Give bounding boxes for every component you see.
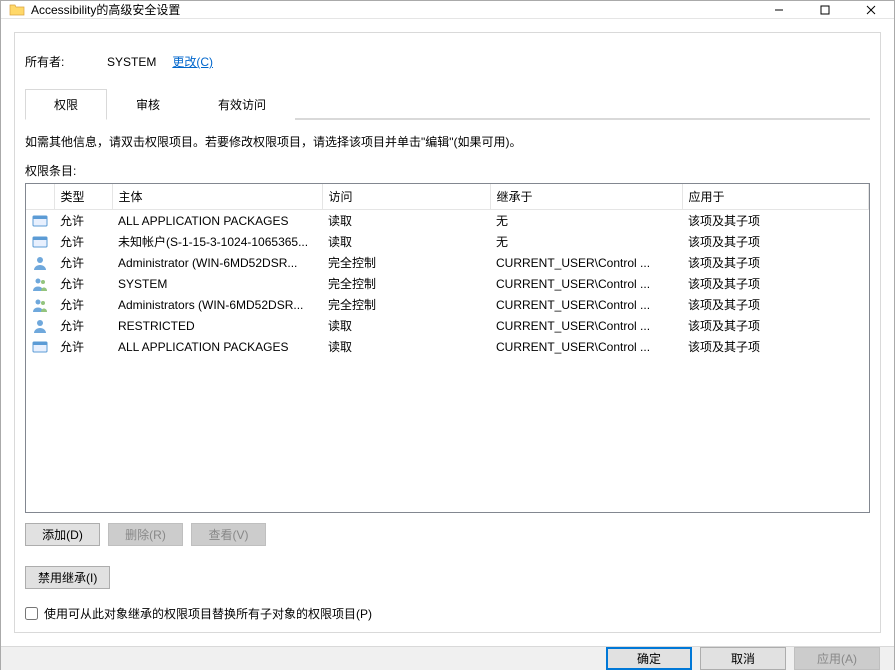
row-type: 允许 <box>54 231 112 252</box>
row-type: 允许 <box>54 273 112 294</box>
col-inherited-header[interactable]: 继承于 <box>490 184 682 210</box>
row-applies: 该项及其子项 <box>682 336 869 357</box>
row-icon <box>26 273 54 294</box>
col-access-header[interactable]: 访问 <box>322 184 490 210</box>
row-type: 允许 <box>54 252 112 273</box>
tab-strip: 权限 审核 有效访问 <box>25 88 870 119</box>
minimize-button[interactable] <box>756 1 802 18</box>
table-row[interactable]: 允许ALL APPLICATION PACKAGES读取无该项及其子项 <box>26 210 869 232</box>
apply-button[interactable]: 应用(A) <box>794 647 880 670</box>
row-principal: SYSTEM <box>112 273 322 294</box>
row-principal: Administrator (WIN-6MD52DSR... <box>112 252 322 273</box>
row-principal: ALL APPLICATION PACKAGES <box>112 336 322 357</box>
table-row[interactable]: 允许RESTRICTED读取CURRENT_USER\Control ...该项… <box>26 315 869 336</box>
change-owner-link[interactable]: 更改(C) <box>172 53 213 70</box>
cancel-button[interactable]: 取消 <box>700 647 786 670</box>
row-access: 读取 <box>322 210 490 232</box>
row-access: 读取 <box>322 231 490 252</box>
close-button[interactable] <box>848 1 894 18</box>
tab-permissions[interactable]: 权限 <box>25 89 107 120</box>
owner-value: SYSTEM <box>107 55 156 69</box>
row-type: 允许 <box>54 294 112 315</box>
table-header-row: 类型 主体 访问 继承于 应用于 <box>26 184 869 210</box>
row-inherited: CURRENT_USER\Control ... <box>490 273 682 294</box>
remove-button[interactable]: 删除(R) <box>108 523 183 546</box>
ok-button[interactable]: 确定 <box>606 647 692 670</box>
row-inherited: 无 <box>490 210 682 232</box>
dialog-footer: 确定 取消 应用(A) <box>1 646 894 670</box>
row-applies: 该项及其子项 <box>682 315 869 336</box>
titlebar: Accessibility的高级安全设置 <box>1 1 894 19</box>
owner-row: 所有者: SYSTEM 更改(C) <box>25 53 870 70</box>
row-type: 允许 <box>54 315 112 336</box>
window-controls <box>756 1 894 18</box>
maximize-button[interactable] <box>802 1 848 18</box>
row-icon <box>26 294 54 315</box>
permissions-table-container: 类型 主体 访问 继承于 应用于 允许ALL APPLICATION PACKA… <box>25 183 870 513</box>
row-access: 完全控制 <box>322 294 490 315</box>
row-access: 完全控制 <box>322 273 490 294</box>
row-applies: 该项及其子项 <box>682 231 869 252</box>
replace-child-label[interactable]: 使用可从此对象继承的权限项目替换所有子对象的权限项目(P) <box>44 605 372 622</box>
add-button[interactable]: 添加(D) <box>25 523 100 546</box>
row-principal: 未知帐户(S-1-15-3-1024-1065365... <box>112 231 322 252</box>
row-icon <box>26 231 54 252</box>
permissions-table: 类型 主体 访问 继承于 应用于 允许ALL APPLICATION PACKA… <box>26 184 869 357</box>
row-type: 允许 <box>54 336 112 357</box>
inner-frame: 所有者: SYSTEM 更改(C) 权限 审核 有效访问 如需其他信息，请双击权… <box>14 32 881 633</box>
row-principal: RESTRICTED <box>112 315 322 336</box>
row-inherited: CURRENT_USER\Control ... <box>490 315 682 336</box>
tab-body: 如需其他信息，请双击权限项目。若要修改权限项目，请选择该项目并单击"编辑"(如果… <box>25 118 870 632</box>
table-row[interactable]: 允许Administrator (WIN-6MD52DSR...完全控制CURR… <box>26 252 869 273</box>
row-inherited: CURRENT_USER\Control ... <box>490 336 682 357</box>
view-button[interactable]: 查看(V) <box>191 523 266 546</box>
row-applies: 该项及其子项 <box>682 273 869 294</box>
row-type: 允许 <box>54 210 112 232</box>
folder-icon <box>9 2 25 18</box>
inherit-buttons: 禁用继承(I) <box>25 566 870 589</box>
table-row[interactable]: 允许ALL APPLICATION PACKAGES读取CURRENT_USER… <box>26 336 869 357</box>
content-area: 所有者: SYSTEM 更改(C) 权限 审核 有效访问 如需其他信息，请双击权… <box>1 19 894 646</box>
row-principal: Administrators (WIN-6MD52DSR... <box>112 294 322 315</box>
table-row[interactable]: 允许Administrators (WIN-6MD52DSR...完全控制CUR… <box>26 294 869 315</box>
table-row[interactable]: 允许未知帐户(S-1-15-3-1024-1065365...读取无该项及其子项 <box>26 231 869 252</box>
disable-inheritance-button[interactable]: 禁用继承(I) <box>25 566 110 589</box>
row-icon <box>26 210 54 232</box>
row-applies: 该项及其子项 <box>682 210 869 232</box>
replace-child-row: 使用可从此对象继承的权限项目替换所有子对象的权限项目(P) <box>25 605 870 622</box>
col-icon-header[interactable] <box>26 184 54 210</box>
tab-auditing[interactable]: 审核 <box>107 89 189 120</box>
owner-label: 所有者: <box>25 53 107 70</box>
col-applies-header[interactable]: 应用于 <box>682 184 869 210</box>
row-icon <box>26 336 54 357</box>
row-icon <box>26 315 54 336</box>
col-type-header[interactable]: 类型 <box>54 184 112 210</box>
table-row[interactable]: 允许SYSTEM完全控制CURRENT_USER\Control ...该项及其… <box>26 273 869 294</box>
row-inherited: CURRENT_USER\Control ... <box>490 294 682 315</box>
row-applies: 该项及其子项 <box>682 252 869 273</box>
row-applies: 该项及其子项 <box>682 294 869 315</box>
tab-effective[interactable]: 有效访问 <box>189 89 295 120</box>
col-principal-header[interactable]: 主体 <box>112 184 322 210</box>
row-access: 读取 <box>322 336 490 357</box>
row-access: 读取 <box>322 315 490 336</box>
entry-buttons: 添加(D) 删除(R) 查看(V) <box>25 523 870 546</box>
row-access: 完全控制 <box>322 252 490 273</box>
row-icon <box>26 252 54 273</box>
entries-label: 权限条目: <box>25 162 870 179</box>
row-inherited: 无 <box>490 231 682 252</box>
hint-text: 如需其他信息，请双击权限项目。若要修改权限项目，请选择该项目并单击"编辑"(如果… <box>25 133 870 150</box>
row-inherited: CURRENT_USER\Control ... <box>490 252 682 273</box>
replace-child-checkbox[interactable] <box>25 607 38 620</box>
window-title: Accessibility的高级安全设置 <box>31 1 756 18</box>
row-principal: ALL APPLICATION PACKAGES <box>112 210 322 232</box>
